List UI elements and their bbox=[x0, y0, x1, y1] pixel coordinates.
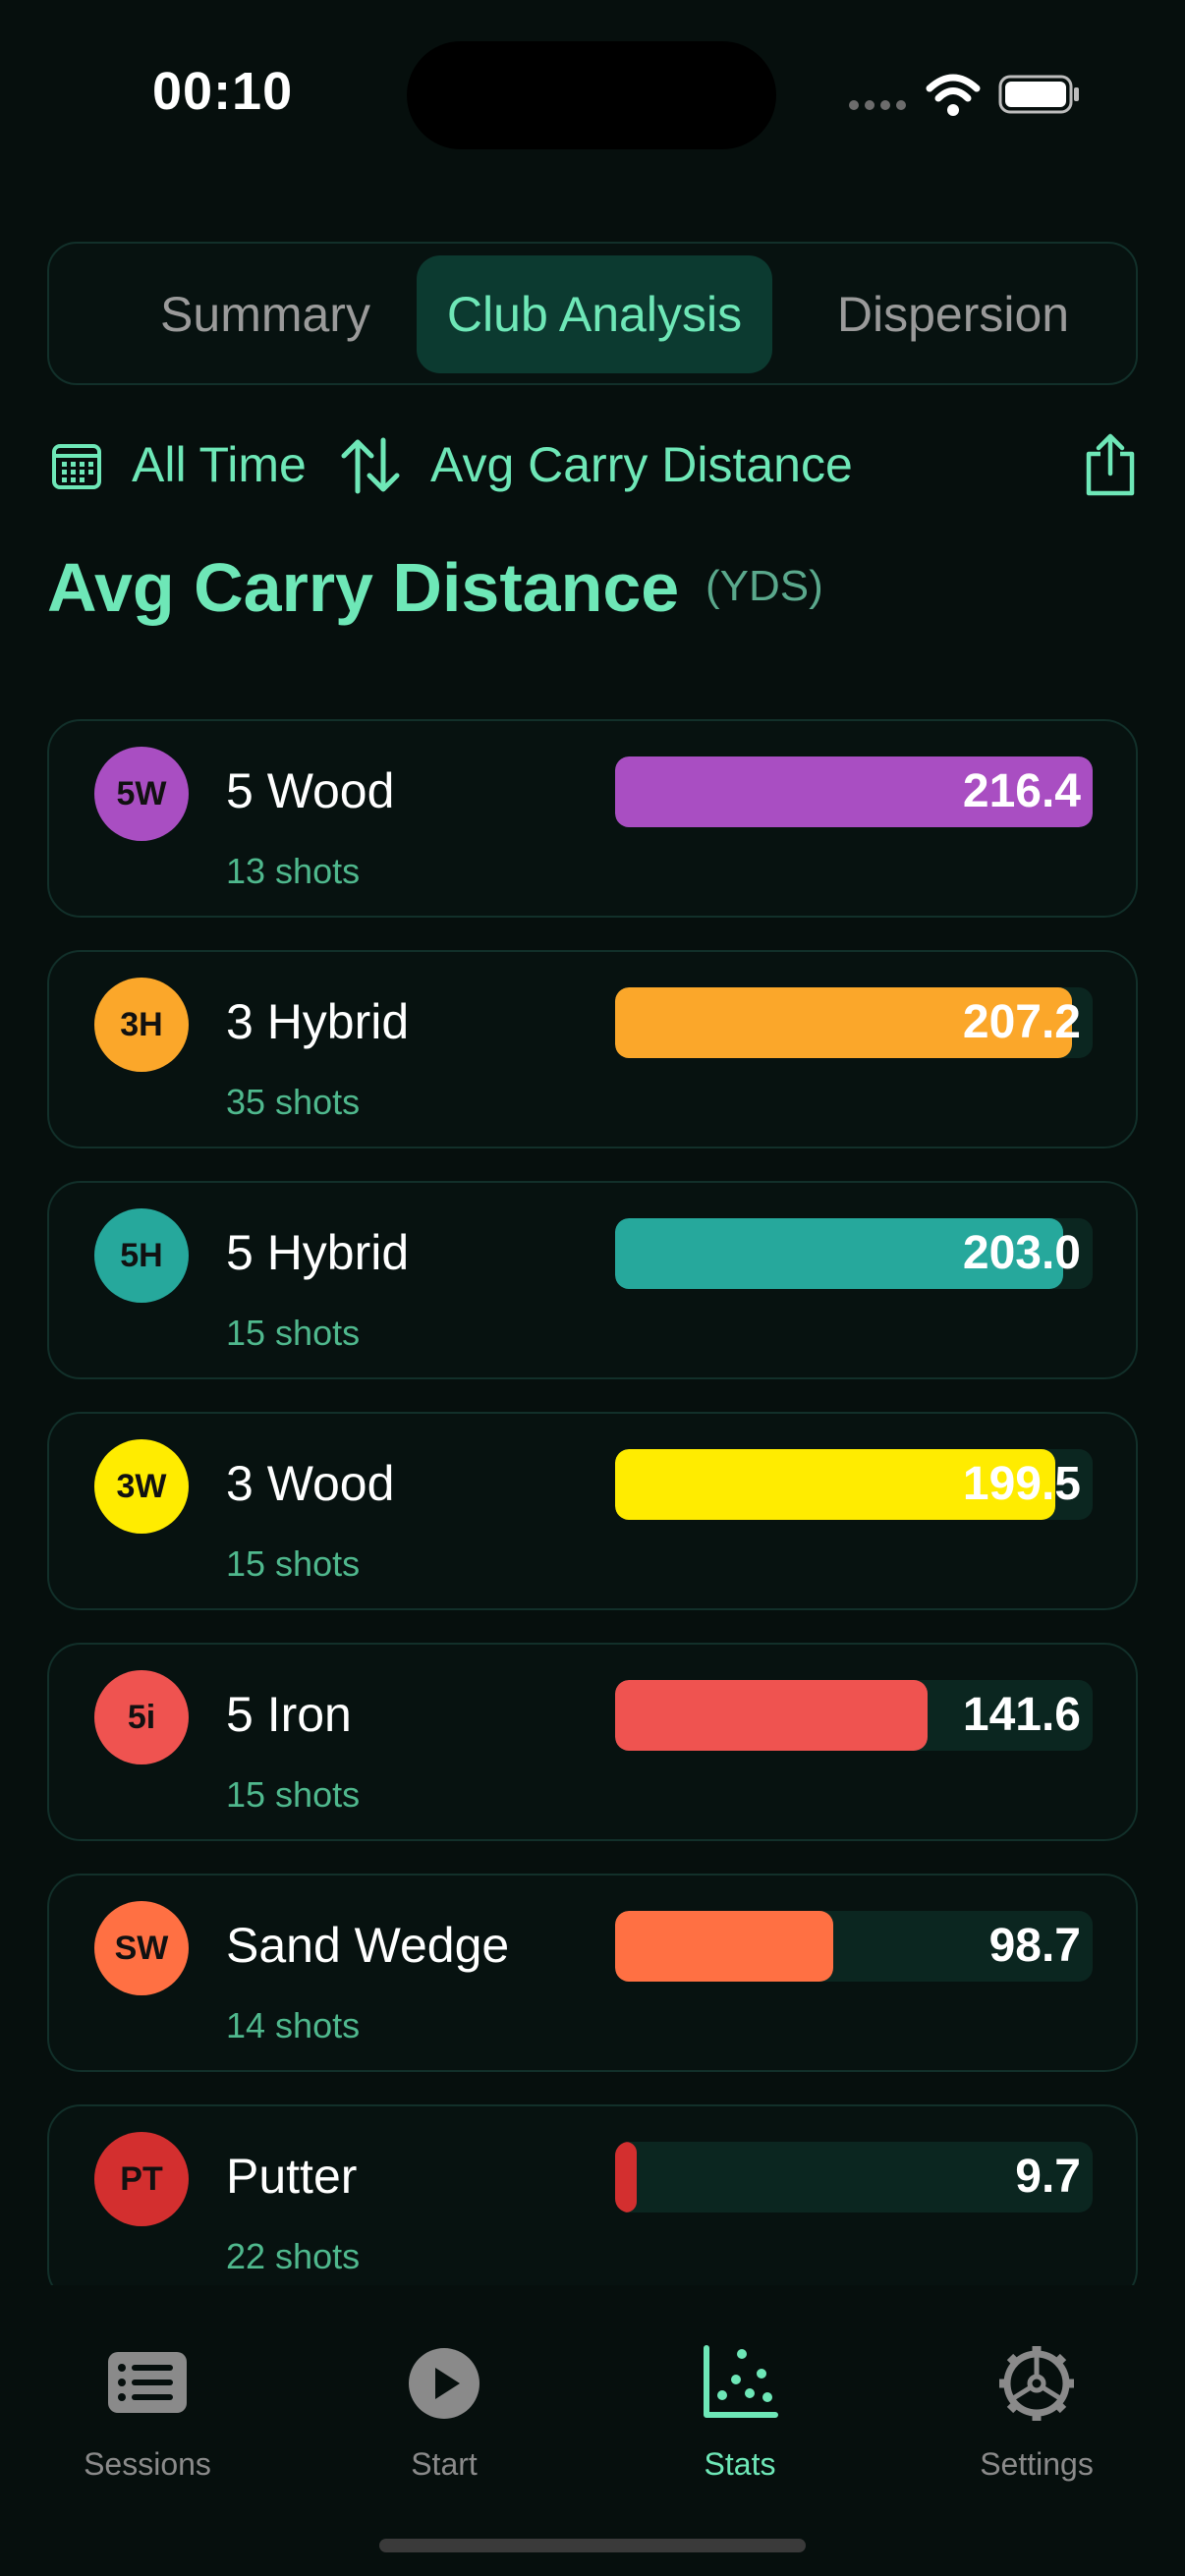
share-icon[interactable] bbox=[1083, 432, 1138, 497]
shot-count: 22 shots bbox=[226, 2236, 361, 2276]
play-icon bbox=[409, 2348, 480, 2419]
distance-bar-track: 199.5 bbox=[615, 1449, 1093, 1520]
club-name: 5 Hybrid bbox=[226, 1225, 410, 1280]
list-icon bbox=[108, 2352, 187, 2413]
distance-bar-track: 216.4 bbox=[615, 756, 1093, 827]
filter-row: All Time Avg Carry Distance bbox=[47, 422, 1138, 511]
club-name: 3 Hybrid bbox=[226, 994, 410, 1049]
tabbar-item-start[interactable]: Start bbox=[316, 2344, 572, 2492]
distance-bar-track: 9.7 bbox=[615, 2142, 1093, 2212]
tabbar-item-settings[interactable]: Settings bbox=[909, 2344, 1164, 2492]
club-card[interactable]: SW Sand Wedge 14 shots 98.7 bbox=[47, 1874, 1138, 2072]
club-name: 5 Iron bbox=[226, 1687, 352, 1742]
club-card[interactable]: 3W 3 Wood 15 shots 199.5 bbox=[47, 1412, 1138, 1610]
distance-bar-fill bbox=[615, 2142, 637, 2212]
tabbar-label: Settings bbox=[980, 2446, 1094, 2482]
distance-bar-track: 98.7 bbox=[615, 1911, 1093, 1982]
shot-count: 15 shots bbox=[226, 1543, 361, 1584]
club-card[interactable]: 5H 5 Hybrid 15 shots 203.0 bbox=[47, 1181, 1138, 1379]
club-badge: 3W bbox=[94, 1439, 189, 1534]
tabbar-label: Sessions bbox=[84, 2446, 211, 2482]
gear-icon bbox=[999, 2346, 1074, 2421]
shot-count: 14 shots bbox=[226, 2005, 361, 2045]
wifi-icon bbox=[926, 74, 981, 116]
chart-icon bbox=[704, 2345, 778, 2418]
shot-count: 15 shots bbox=[226, 1774, 361, 1815]
club-name: Sand Wedge bbox=[226, 1918, 510, 1973]
club-card[interactable]: PT Putter 22 shots 9.7 bbox=[47, 2104, 1138, 2285]
club-badge: 5i bbox=[94, 1670, 189, 1764]
tab-summary[interactable]: Summary bbox=[88, 255, 442, 373]
sort-icon[interactable] bbox=[338, 434, 403, 497]
distance-value: 203.0 bbox=[962, 1227, 1081, 1279]
segmented-control: Summary Club Analysis Dispersion bbox=[47, 242, 1138, 385]
distance-bar-track: 141.6 bbox=[615, 1680, 1093, 1751]
home-indicator bbox=[379, 2539, 806, 2552]
distance-value: 199.5 bbox=[962, 1458, 1081, 1510]
distance-value: 207.2 bbox=[962, 996, 1081, 1048]
page-title: Avg Carry Distance bbox=[47, 549, 680, 626]
club-list[interactable]: 5W 5 Wood 13 shots 216.4 3H 3 Hybrid 35 shots 2… bbox=[47, 719, 1138, 2285]
club-badge: 3H bbox=[94, 978, 189, 1072]
club-card[interactable]: 5i 5 Iron 15 shots 141.6 bbox=[47, 1643, 1138, 1841]
tab-bar: Sessions Start Stats Settings bbox=[0, 2285, 1185, 2576]
distance-bar-fill bbox=[615, 1680, 928, 1751]
sort-metric-filter[interactable]: Avg Carry Distance bbox=[430, 436, 853, 493]
distance-bar-fill bbox=[615, 1911, 833, 1982]
club-name: Putter bbox=[226, 2149, 358, 2204]
club-card[interactable]: 5W 5 Wood 13 shots 216.4 bbox=[47, 719, 1138, 918]
shot-count: 15 shots bbox=[226, 1313, 361, 1353]
dynamic-island bbox=[407, 41, 776, 149]
shot-count: 35 shots bbox=[226, 1082, 361, 1122]
distance-bar-track: 203.0 bbox=[615, 1218, 1093, 1289]
tabbar-label: Stats bbox=[704, 2446, 776, 2482]
club-badge: 5W bbox=[94, 747, 189, 841]
status-bar: 00:10 bbox=[0, 0, 1185, 187]
tabbar-item-sessions[interactable]: Sessions bbox=[20, 2344, 275, 2492]
club-name: 5 Wood bbox=[226, 763, 395, 818]
distance-value: 98.7 bbox=[988, 1920, 1081, 1972]
signal-icon bbox=[849, 94, 908, 114]
tab-club-analysis[interactable]: Club Analysis bbox=[417, 255, 772, 373]
club-badge: 5H bbox=[94, 1208, 189, 1303]
distance-value: 141.6 bbox=[962, 1689, 1081, 1741]
distance-value: 9.7 bbox=[1015, 2151, 1081, 2203]
club-name: 3 Wood bbox=[226, 1456, 395, 1511]
calendar-icon[interactable] bbox=[51, 440, 102, 491]
status-time: 00:10 bbox=[152, 62, 294, 121]
tabbar-label: Start bbox=[411, 2446, 478, 2482]
club-badge: PT bbox=[94, 2132, 189, 2226]
unit-label: (YDS) bbox=[705, 562, 823, 610]
club-card[interactable]: 3H 3 Hybrid 35 shots 207.2 bbox=[47, 950, 1138, 1148]
shot-count: 13 shots bbox=[226, 851, 361, 891]
tabbar-item-stats[interactable]: Stats bbox=[612, 2344, 868, 2492]
tab-dispersion[interactable]: Dispersion bbox=[788, 255, 1118, 373]
time-range-filter[interactable]: All Time bbox=[132, 436, 307, 493]
battery-icon bbox=[998, 75, 1079, 114]
distance-bar-track: 207.2 bbox=[615, 987, 1093, 1058]
distance-value: 216.4 bbox=[962, 765, 1081, 817]
club-badge: SW bbox=[94, 1901, 189, 1995]
